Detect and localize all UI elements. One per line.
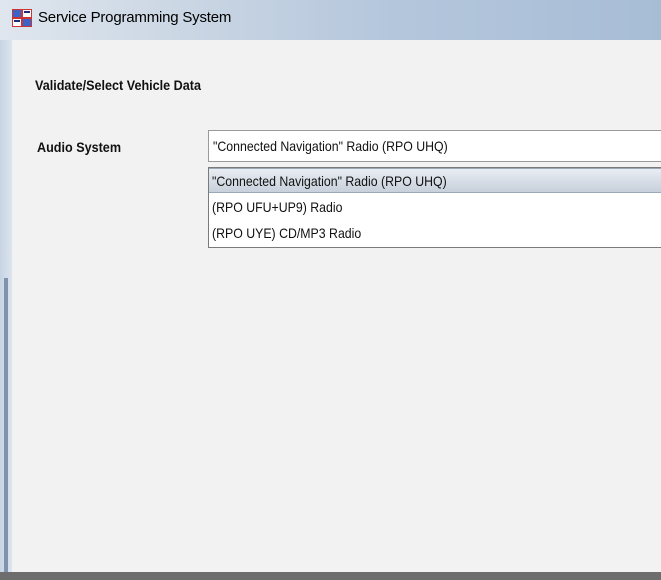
window-frame-left xyxy=(0,40,12,580)
option-rpo-ufu-up9-radio[interactable]: (RPO UFU+UP9) Radio xyxy=(209,195,661,220)
window-title: Service Programming System xyxy=(38,9,232,26)
audio-system-dropdown-list: "Connected Navigation" Radio (RPO UHQ) (… xyxy=(208,167,661,248)
app-icon xyxy=(12,9,32,27)
option-label: "Connected Navigation" Radio (RPO UHQ) xyxy=(212,173,447,189)
client-area: Validate/Select Vehicle Data Audio Syste… xyxy=(12,40,661,580)
window-frame-bottom xyxy=(0,572,661,580)
title-bar[interactable]: Service Programming System xyxy=(0,0,661,41)
app-window: Service Programming System Validate/Sele… xyxy=(0,0,661,580)
audio-system-label: Audio System xyxy=(37,139,122,155)
option-connected-navigation-radio[interactable]: "Connected Navigation" Radio (RPO UHQ) xyxy=(209,168,661,193)
page-title: Validate/Select Vehicle Data xyxy=(35,77,201,93)
option-label: (RPO UYE) CD/MP3 Radio xyxy=(212,225,362,241)
option-rpo-uye-cd-mp3-radio[interactable]: (RPO UYE) CD/MP3 Radio xyxy=(209,221,661,246)
audio-system-selected-value: "Connected Navigation" Radio (RPO UHQ) xyxy=(213,138,448,154)
option-label: (RPO UFU+UP9) Radio xyxy=(212,199,343,215)
audio-system-select[interactable]: "Connected Navigation" Radio (RPO UHQ) xyxy=(208,130,661,162)
frame-accent xyxy=(4,278,8,580)
